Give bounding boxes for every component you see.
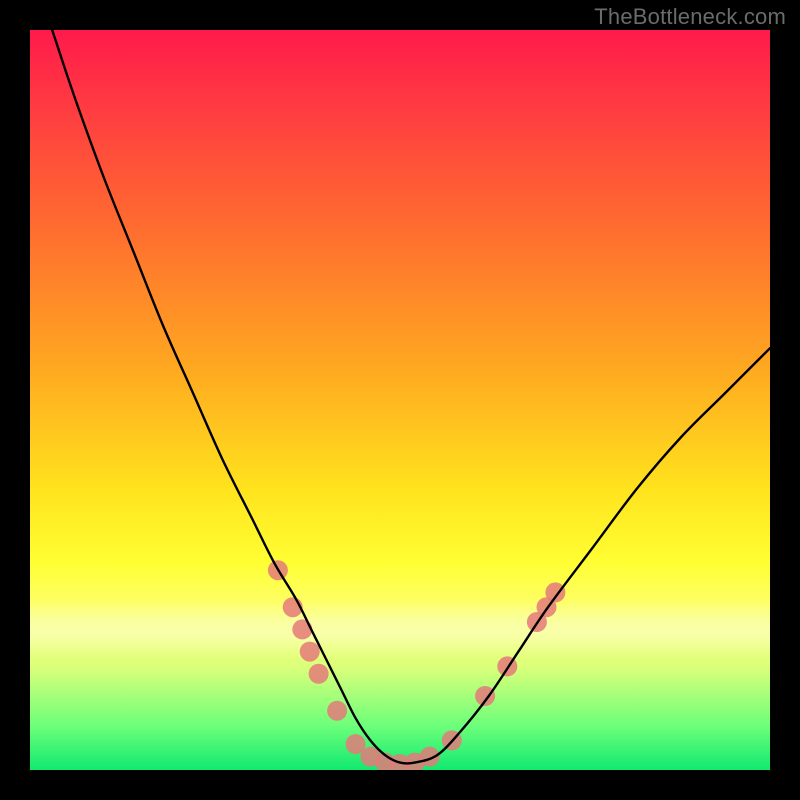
plot-area bbox=[30, 30, 770, 770]
chart-frame: TheBottleneck.com bbox=[0, 0, 800, 800]
watermark-text: TheBottleneck.com bbox=[594, 4, 786, 30]
